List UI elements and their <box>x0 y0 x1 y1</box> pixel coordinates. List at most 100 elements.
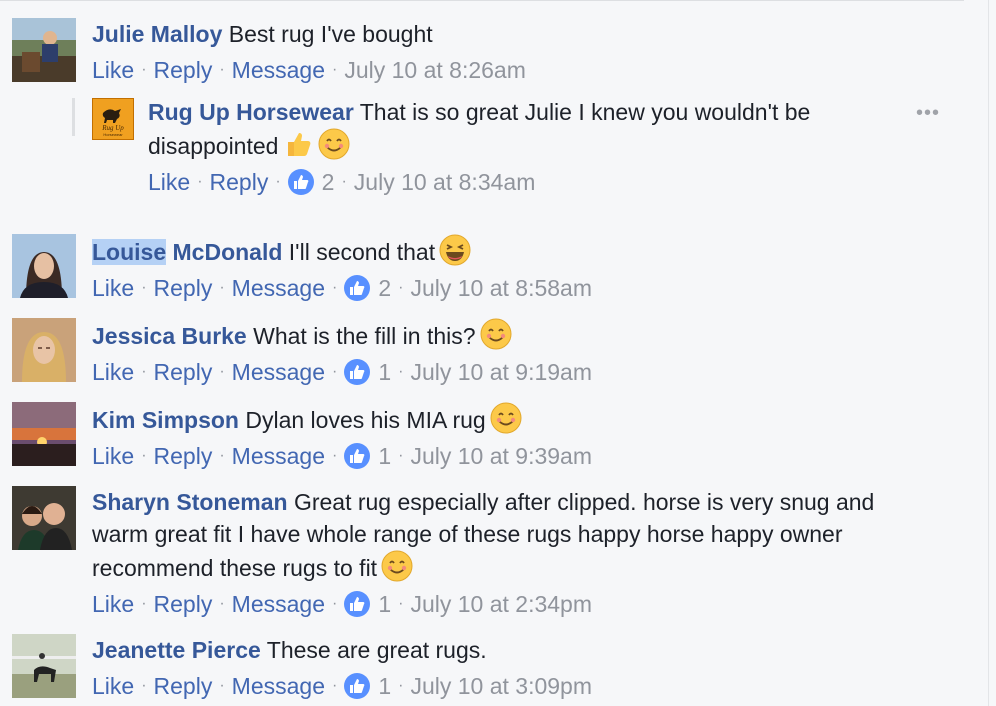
reply-button[interactable]: Reply <box>154 356 213 388</box>
author-name[interactable]: Jessica Burke <box>92 323 247 349</box>
timestamp[interactable]: July 10 at 8:58am <box>410 272 592 304</box>
rug-up-logo-avatar[interactable]: Rug Up Horsewear <box>92 98 134 140</box>
timestamp[interactable]: July 10 at 9:19am <box>410 356 592 388</box>
laughing-emoji <box>439 234 471 266</box>
avatar[interactable] <box>12 634 76 698</box>
author-name-highlighted[interactable]: Louise <box>92 239 167 265</box>
like-button[interactable]: Like <box>92 588 134 620</box>
separator-dot: · <box>332 677 338 694</box>
like-reaction-icon[interactable] <box>344 443 371 469</box>
separator-dot: · <box>398 363 404 380</box>
comment-text: Best rug I've bought <box>228 21 433 47</box>
author-name[interactable]: Rug Up Horsewear <box>148 99 354 125</box>
reply-button[interactable]: Reply <box>154 272 213 304</box>
comment-text: I'll second that <box>288 239 436 265</box>
author-name[interactable]: Sharyn Stoneman <box>92 489 288 515</box>
author-name[interactable]: Julie Malloy <box>92 21 222 47</box>
comment-text: What is the fill in this? <box>253 323 476 349</box>
separator-dot: · <box>398 677 404 694</box>
separator-dot: · <box>398 279 404 296</box>
comment-text: These are great rugs. <box>266 637 487 663</box>
separator-dot: · <box>219 279 225 296</box>
smile-emoji <box>381 550 413 582</box>
top-divider <box>0 0 964 1</box>
author-name[interactable]: Kim Simpson <box>92 407 239 433</box>
reply-text-line-1: That is so great Julie I knew you wouldn… <box>359 99 811 125</box>
separator-dot: · <box>219 363 225 380</box>
timestamp[interactable]: July 10 at 9:39am <box>410 440 592 472</box>
separator-dot: · <box>332 363 338 380</box>
reaction-count[interactable]: 1 <box>378 670 391 702</box>
reply-button[interactable]: Reply <box>210 166 269 198</box>
like-button[interactable]: Like <box>92 440 134 472</box>
message-button[interactable]: Message <box>232 356 325 388</box>
like-reaction-icon[interactable] <box>287 169 314 195</box>
separator-dot: · <box>219 677 225 694</box>
message-button[interactable]: Message <box>232 272 325 304</box>
like-reaction-icon[interactable] <box>344 359 371 385</box>
timestamp[interactable]: July 10 at 2:34pm <box>410 588 592 620</box>
timestamp[interactable]: July 10 at 8:34am <box>354 166 536 198</box>
reaction-count[interactable]: 2 <box>322 166 335 198</box>
avatar[interactable] <box>12 234 76 298</box>
comment-text: Dylan loves his MIA rug <box>245 407 486 433</box>
thumbs-up-emoji <box>282 128 314 160</box>
reply-button[interactable]: Reply <box>154 440 213 472</box>
svg-text:Horsewear: Horsewear <box>103 132 123 137</box>
comment-text-line-3: recommend these rugs to fit <box>92 555 378 581</box>
separator-dot: · <box>332 595 338 612</box>
separator-dot: · <box>332 279 338 296</box>
message-button[interactable]: Message <box>232 54 325 86</box>
reply-text-line-2: disappointed <box>148 133 279 159</box>
separator-dot: · <box>141 363 147 380</box>
separator-dot: · <box>197 173 203 190</box>
timestamp[interactable]: July 10 at 8:26am <box>344 54 526 86</box>
like-button[interactable]: Like <box>92 670 134 702</box>
separator-dot: · <box>141 677 147 694</box>
scrollbar-edge <box>988 0 989 706</box>
separator-dot: · <box>141 61 147 78</box>
message-button[interactable]: Message <box>232 670 325 702</box>
message-button[interactable]: Message <box>232 588 325 620</box>
separator-dot: · <box>141 279 147 296</box>
separator-dot: · <box>398 447 404 464</box>
avatar[interactable] <box>12 18 76 82</box>
separator-dot: · <box>275 173 281 190</box>
more-options-icon[interactable]: ••• <box>916 102 940 125</box>
avatar[interactable] <box>12 318 76 382</box>
like-reaction-icon[interactable] <box>344 673 371 699</box>
avatar[interactable] <box>12 402 76 466</box>
separator-dot: · <box>219 61 225 78</box>
separator-dot: · <box>332 447 338 464</box>
like-button[interactable]: Like <box>148 166 190 198</box>
like-button[interactable]: Like <box>92 54 134 86</box>
separator-dot: · <box>332 61 338 78</box>
like-reaction-icon[interactable] <box>344 591 371 617</box>
like-button[interactable]: Like <box>92 356 134 388</box>
like-button[interactable]: Like <box>92 272 134 304</box>
separator-dot: · <box>398 595 404 612</box>
reply-button[interactable]: Reply <box>154 588 213 620</box>
like-reaction-icon[interactable] <box>344 275 371 301</box>
comment-text-line-2: warm great fit I have whole range of the… <box>92 521 843 547</box>
separator-dot: · <box>141 447 147 464</box>
reply-button[interactable]: Reply <box>154 670 213 702</box>
smile-emoji <box>318 128 350 160</box>
reaction-count[interactable]: 1 <box>378 440 391 472</box>
reaction-count[interactable]: 1 <box>378 588 391 620</box>
author-name[interactable]: Jeanette Pierce <box>92 637 261 663</box>
avatar[interactable] <box>12 486 76 550</box>
message-button[interactable]: Message <box>232 440 325 472</box>
author-name[interactable]: McDonald <box>166 239 283 265</box>
comment-text-line-1: Great rug especially after clipped. hors… <box>293 489 875 515</box>
reaction-count[interactable]: 1 <box>378 356 391 388</box>
separator-dot: · <box>341 173 347 190</box>
svg-text:Rug Up: Rug Up <box>101 124 124 132</box>
reply-thread-line <box>72 98 75 136</box>
smile-emoji <box>490 402 522 434</box>
reaction-count[interactable]: 2 <box>378 272 391 304</box>
smile-emoji <box>480 318 512 350</box>
separator-dot: · <box>219 447 225 464</box>
reply-button[interactable]: Reply <box>154 54 213 86</box>
timestamp[interactable]: July 10 at 3:09pm <box>410 670 592 702</box>
